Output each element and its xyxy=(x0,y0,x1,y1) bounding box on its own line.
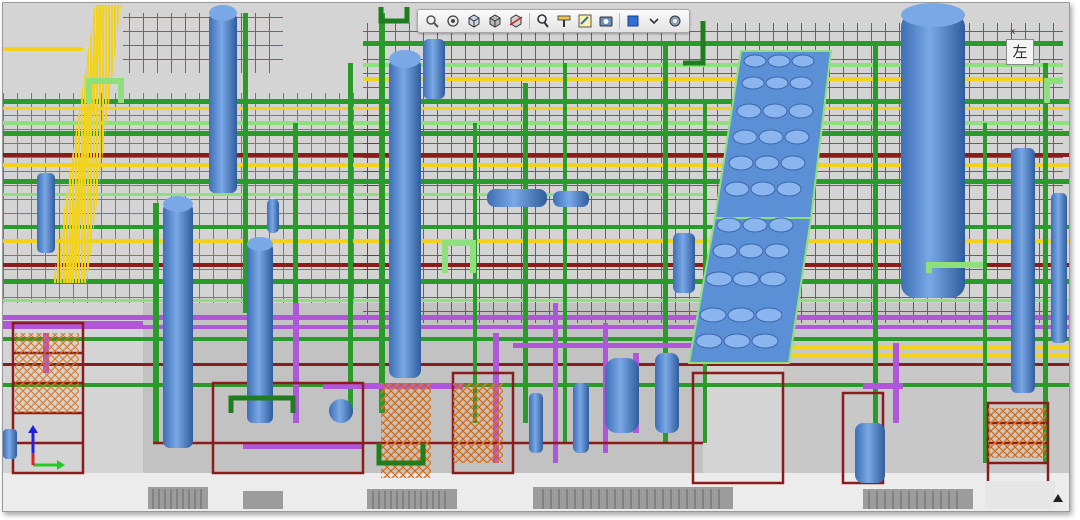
color-picker-button[interactable] xyxy=(623,12,643,30)
cube-select-button[interactable] xyxy=(464,12,484,30)
cube-section-button[interactable] xyxy=(506,12,526,30)
cube-section-icon xyxy=(509,14,523,28)
compass-axis-label: x xyxy=(1010,27,1016,37)
column-c402 xyxy=(1011,148,1035,393)
exchanger-e101 xyxy=(487,189,547,207)
axis-triad xyxy=(28,425,65,470)
drum-d206 xyxy=(673,233,695,293)
view-cube[interactable]: x 左 xyxy=(1006,27,1040,67)
steel-structure-nw xyxy=(123,13,283,73)
drum-d101 xyxy=(37,173,55,253)
column-c403 xyxy=(1051,193,1067,343)
ground-pad xyxy=(985,481,1055,509)
cube-select-icon xyxy=(468,14,480,28)
dropdown-chevron-button[interactable] xyxy=(644,12,664,30)
drum-d001 xyxy=(3,429,17,459)
scroll-up-button[interactable] xyxy=(1051,491,1065,505)
toolbar-separator xyxy=(619,13,620,29)
column-c101 xyxy=(209,13,237,193)
view-cube-face-label[interactable]: 左 xyxy=(1006,39,1034,65)
settings-button[interactable] xyxy=(665,12,685,30)
drum-d201 xyxy=(605,358,639,433)
drum-d202 xyxy=(655,353,679,433)
find-button[interactable] xyxy=(533,12,553,30)
3d-viewport[interactable]: x 左 xyxy=(2,2,1070,512)
drum-d102 xyxy=(423,39,445,99)
zoom-icon xyxy=(426,15,439,28)
measure-icon xyxy=(557,15,571,27)
dropdown-chevron-icon xyxy=(649,18,659,25)
zoom-button[interactable] xyxy=(422,12,442,30)
drum-d103 xyxy=(267,199,279,233)
zoom-extents-button[interactable] xyxy=(443,12,463,30)
zoom-extents-icon xyxy=(447,15,459,27)
markup-icon xyxy=(578,14,592,28)
markup-button[interactable] xyxy=(575,12,595,30)
triangle-up-icon xyxy=(1053,494,1063,502)
find-icon xyxy=(537,14,549,28)
toolbar-separator xyxy=(529,13,530,29)
cube-hide-button[interactable] xyxy=(485,12,505,30)
measure-button[interactable] xyxy=(554,12,574,30)
color-picker-icon xyxy=(627,15,639,27)
drum-d203 xyxy=(573,383,589,453)
drum-d204 xyxy=(529,393,543,453)
viewer-toolbar xyxy=(417,9,690,33)
column-c401 xyxy=(901,13,965,298)
column-c201 xyxy=(389,58,421,378)
drum-d301 xyxy=(855,423,885,483)
exchanger-e102 xyxy=(553,191,589,207)
snapshot-icon xyxy=(599,16,613,27)
cube-hide-icon xyxy=(489,14,501,28)
column-c301 xyxy=(163,203,193,448)
settings-icon xyxy=(669,15,681,27)
snapshot-button[interactable] xyxy=(596,12,616,30)
drum-d205 xyxy=(329,399,353,423)
plant-model-canvas[interactable] xyxy=(3,3,1069,511)
